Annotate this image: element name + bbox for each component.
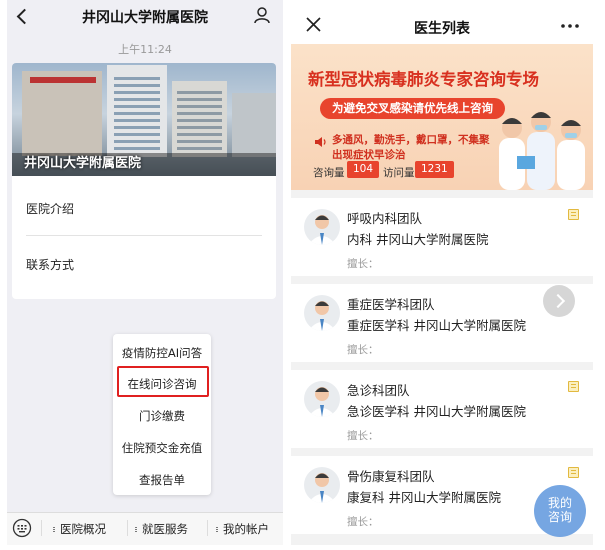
doctor-name: 呼吸内科团队 — [347, 211, 423, 226]
highlight-box — [117, 366, 209, 397]
popup-item-deposit-recharge[interactable]: 住院预交金充值 — [113, 440, 211, 456]
divider — [127, 520, 128, 536]
page-title: 井冈山大学附属医院 — [82, 10, 208, 26]
doctor-avatar — [304, 381, 340, 417]
doctor-name: 重症医学科团队 — [347, 297, 435, 312]
doctor-specialty: 擅长： — [347, 430, 379, 442]
consult-count: 104 — [347, 161, 380, 178]
keyboard-icon[interactable] — [12, 518, 32, 538]
message-time: 上午11:24 — [118, 43, 172, 56]
fab-label-line1: 我的 — [547, 496, 572, 510]
doctor-avatar — [304, 209, 340, 245]
back-button[interactable] — [16, 8, 33, 25]
doctor-specialty: 擅长： — [347, 516, 379, 528]
menu-lines-icon — [216, 527, 220, 532]
chevron-left-icon — [16, 8, 33, 25]
promo-pill: 为避免交叉感染请优先线上咨询 — [320, 98, 505, 119]
person-icon[interactable] — [253, 6, 271, 24]
popup-item-outpatient-payment[interactable]: 门诊缴费 — [113, 408, 211, 424]
visit-label: 访问量 — [383, 167, 415, 179]
doctor-specialty: 擅长： — [347, 258, 379, 270]
doctor-name: 骨伤康复科团队 — [347, 469, 435, 484]
doctor-specialty: 擅长： — [347, 344, 379, 356]
doctor-department: 重症医学科 井冈山大学附属医院 — [347, 318, 526, 333]
doctor-name: 急诊科团队 — [347, 383, 410, 398]
promo-title: 新型冠状病毒肺炎专家咨询专场 — [308, 70, 539, 89]
chevron-right-icon — [550, 293, 566, 309]
close-icon[interactable] — [306, 17, 321, 32]
doctor-card[interactable]: 呼吸内科团队 内科 井冈山大学附属医院 擅长： — [291, 198, 593, 276]
tab-medical-services[interactable]: 就医服务 — [142, 521, 188, 537]
visit-count: 1231 — [415, 161, 454, 178]
doctor-avatar — [304, 295, 340, 331]
menu-lines-icon — [53, 527, 57, 532]
menu-item-hospital-intro[interactable]: 医院介绍 — [26, 200, 74, 217]
popup-item-ai-qa[interactable]: 疫情防控AI问答 — [113, 345, 211, 361]
hospital-banner-image[interactable]: 井冈山大学附属医院 — [12, 63, 276, 176]
tab-my-account[interactable]: 我的帐户 — [223, 521, 269, 537]
speaker-icon — [315, 137, 326, 147]
service-popup-menu: 疫情防控AI问答 在线问诊咨询 门诊缴费 住院预交金充值 查报告单 — [113, 334, 211, 495]
fab-label-line2: 咨询 — [547, 510, 572, 524]
right-phone-screen: 医生列表 新型冠状病毒肺炎专家咨询专场 为避免交叉感染请优先线上咨询 多通风，勤… — [291, 0, 593, 545]
divider — [41, 520, 42, 536]
menu-item-contact[interactable]: 联系方式 — [26, 256, 74, 273]
hospital-card[interactable]: 井冈山大学附属医院 医院介绍 联系方式 — [12, 63, 276, 299]
certificate-icon — [568, 467, 579, 478]
doctor-department: 内科 井冈山大学附属医院 — [347, 232, 489, 247]
my-consultation-button[interactable]: 我的 咨询 — [534, 485, 586, 537]
doctor-avatar — [304, 467, 340, 503]
popup-item-reports[interactable]: 查报告单 — [113, 472, 211, 488]
doctor-department: 康复科 井冈山大学附属医院 — [347, 490, 501, 505]
certificate-icon — [568, 209, 579, 220]
promo-banner[interactable]: 新型冠状病毒肺炎专家咨询专场 为避免交叉感染请优先线上咨询 多通风，勤洗手，戴口… — [291, 44, 593, 190]
certificate-icon — [568, 381, 579, 392]
consult-label: 咨询量 — [313, 167, 345, 179]
menu-lines-icon — [135, 527, 139, 532]
doctor-department: 急诊医学科 井冈山大学附属医院 — [347, 404, 526, 419]
banner-title: 井冈山大学附属医院 — [24, 156, 142, 171]
tab-hospital-overview[interactable]: 医院概况 — [60, 521, 106, 537]
next-arrow-button[interactable] — [543, 285, 575, 317]
doctors-illustration — [499, 112, 585, 190]
promo-line: 出现症状早诊治 — [332, 149, 406, 161]
more-icon[interactable] — [561, 24, 579, 28]
page-title: 医生列表 — [414, 21, 470, 37]
divider — [207, 520, 208, 536]
divider — [26, 235, 262, 236]
left-phone-screen: 井冈山大学附属医院 上午11:24 井冈山大学附属医院 医院介绍 联系方式 疫情… — [7, 0, 283, 545]
promo-line: 多通风，勤洗手，戴口罩，不集聚 — [332, 134, 490, 146]
doctor-card[interactable]: 急诊科团队 急诊医学科 井冈山大学附属医院 擅长： — [291, 370, 593, 448]
